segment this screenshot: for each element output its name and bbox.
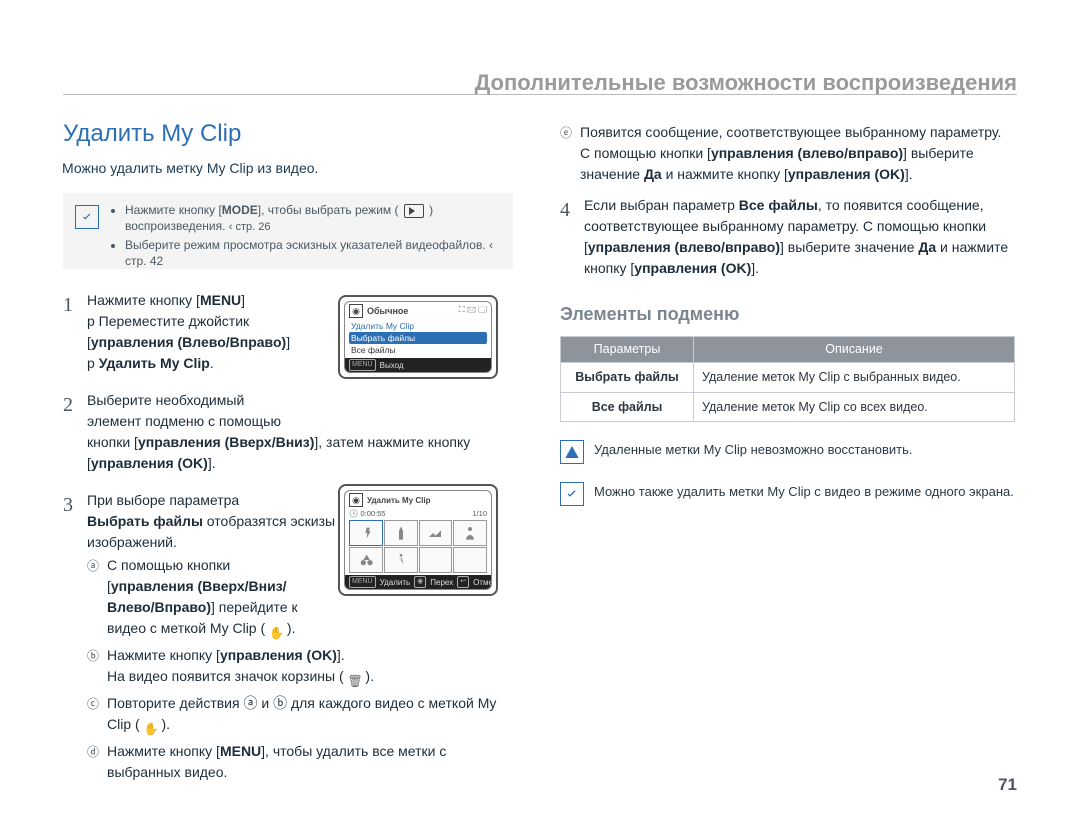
- play-icon: ◉: [349, 493, 363, 507]
- right-column: ⓔПоявится сообщение, соответствующее выб…: [560, 120, 1015, 506]
- step-2-text: Выберите необходимый элемент подменю с п…: [87, 390, 513, 474]
- check-icon: [560, 482, 584, 506]
- section-title: Удалить My Clip: [63, 120, 241, 148]
- page-header: Дополнительные возможности воспроизведен…: [475, 70, 1017, 96]
- camera-screenshot-2: ◉ Удалить My Clip 🕓 0:00:55 1/10 MENUУда…: [332, 484, 498, 596]
- submenu-table: Параметры Описание Выбрать файлы Удалени…: [560, 336, 1015, 422]
- submenu-heading: Элементы подменю: [560, 301, 1015, 328]
- warning-1: Удаленные метки My Clip невозможно восст…: [560, 440, 1015, 464]
- sub-d: Нажмите кнопку [MENU], чтобы удалить все…: [107, 741, 513, 783]
- note-box: Нажмите кнопку [MODE], чтобы выбрать реж…: [63, 193, 513, 269]
- alert-icon: [560, 440, 584, 464]
- play-icon: ◉: [349, 304, 363, 318]
- intro-text: Можно удалить метку My Clip из видео.: [62, 160, 318, 176]
- note-bullet: Нажмите кнопку [MODE], чтобы выбрать реж…: [125, 203, 503, 234]
- step-2: 2 Выберите необходимый элемент подменю с…: [63, 390, 513, 474]
- camera-screenshot-1: ◉ Обычное ⛶ 🖂 🗔 Удалить My Clip Выбрать …: [332, 295, 498, 379]
- sub-b: Нажмите кнопку [управления (OK)]. На вид…: [107, 645, 513, 687]
- warning-2: Можно также удалить метки My Clip с виде…: [560, 482, 1015, 506]
- step-4: 4 Если выбран параметр Все файлы, то поя…: [560, 195, 1015, 279]
- page-number: 71: [998, 775, 1017, 795]
- sub-c: Повторите действия ⓐ и ⓑ для каждого вид…: [107, 693, 513, 735]
- note-bullet: Выберите режим просмотра эскизных указат…: [125, 238, 503, 269]
- sub-e: Появится сообщение, соответствующее выбр…: [580, 122, 1015, 185]
- step-4-text: Если выбран параметр Все файлы, то появи…: [584, 195, 1015, 279]
- check-icon: [75, 205, 99, 229]
